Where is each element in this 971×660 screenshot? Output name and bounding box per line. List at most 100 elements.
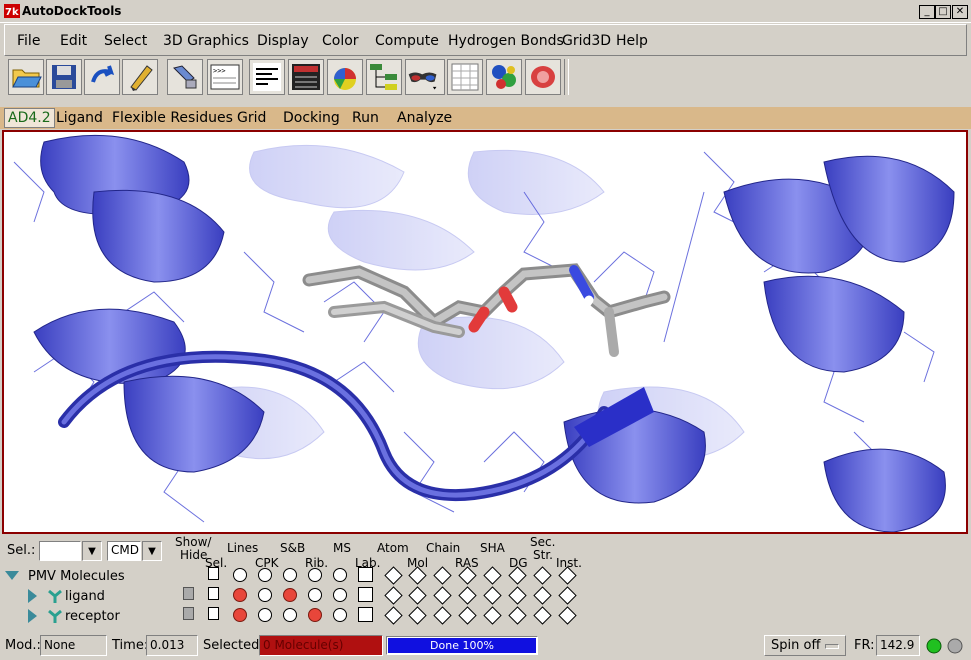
- menu-hydrogen-bonds[interactable]: Hydrogen Bonds: [448, 33, 564, 49]
- spin-mode-menubutton[interactable]: Spin off: [764, 635, 846, 656]
- ad-menu-run[interactable]: Run: [352, 110, 379, 126]
- tree-icon[interactable]: [366, 59, 402, 95]
- header-chain: Chain: [426, 541, 461, 555]
- inst-color-toggle[interactable]: [558, 586, 577, 605]
- ad-menu-analyze[interactable]: Analyze: [397, 110, 452, 126]
- maximize-button[interactable]: □: [935, 5, 951, 19]
- menu-display[interactable]: Display: [257, 33, 309, 49]
- ras-color-toggle[interactable]: [458, 606, 477, 625]
- menu-select[interactable]: Select: [104, 33, 147, 49]
- 3d-viewer[interactable]: [2, 130, 968, 534]
- sha-color-toggle[interactable]: [483, 586, 502, 605]
- atom-color-toggle[interactable]: [384, 566, 403, 585]
- console-icon[interactable]: [288, 59, 324, 95]
- fr-label: FR:: [854, 638, 875, 653]
- menu-file[interactable]: File: [17, 33, 40, 49]
- cpk-toggle[interactable]: [258, 588, 272, 602]
- sel-label: Sel.:: [7, 543, 36, 558]
- lines-toggle[interactable]: [233, 608, 247, 622]
- ms-toggle[interactable]: [333, 568, 347, 582]
- spreadsheet-icon[interactable]: [447, 59, 483, 95]
- rib-toggle[interactable]: [308, 568, 322, 582]
- cmd-input[interactable]: CMD: [107, 541, 141, 561]
- inst-color-toggle[interactable]: [558, 606, 577, 625]
- sha-color-toggle[interactable]: [483, 566, 502, 585]
- sel-checkbox[interactable]: [208, 607, 219, 620]
- toolbar: >>>: [4, 57, 967, 100]
- secstr-color-toggle[interactable]: [533, 586, 552, 605]
- expand-right-icon[interactable]: [28, 589, 38, 603]
- chain-color-toggle[interactable]: [433, 566, 452, 585]
- molecule-icon[interactable]: [486, 59, 522, 95]
- sha-color-toggle[interactable]: [483, 606, 502, 625]
- lines-toggle[interactable]: [233, 588, 247, 602]
- pick-icon[interactable]: [167, 59, 203, 95]
- colors-icon[interactable]: [327, 59, 363, 95]
- menu-compute[interactable]: Compute: [375, 33, 439, 49]
- lab-checkbox[interactable]: [358, 607, 373, 622]
- sel-dropdown-icon[interactable]: ▼: [82, 541, 102, 561]
- tree-root-label[interactable]: PMV Molecules: [28, 569, 125, 584]
- close-button[interactable]: ✕: [952, 5, 968, 19]
- ad-menu-docking[interactable]: Docking: [283, 110, 340, 126]
- dg-color-toggle[interactable]: [508, 606, 527, 625]
- status-bar: Mod.: None Time: 0.013 Selected: 0 Molec…: [0, 633, 971, 660]
- molecule-receptor-label[interactable]: receptor: [65, 609, 120, 624]
- menu-color[interactable]: Color: [322, 33, 359, 49]
- lab-checkbox[interactable]: [358, 587, 373, 602]
- mol-color-toggle[interactable]: [408, 586, 427, 605]
- sb-toggle[interactable]: [283, 568, 297, 582]
- expand-right-icon[interactable]: [28, 609, 38, 623]
- save-icon[interactable]: [46, 59, 82, 95]
- sb-toggle[interactable]: [283, 588, 297, 602]
- molecule-ligand-label[interactable]: ligand: [65, 589, 105, 604]
- sel-input[interactable]: [39, 541, 81, 561]
- expand-down-icon[interactable]: [5, 571, 19, 581]
- ms-toggle[interactable]: [333, 608, 347, 622]
- command-icon[interactable]: >>>: [207, 59, 243, 95]
- lines-toggle[interactable]: [233, 568, 247, 582]
- dg-color-toggle[interactable]: [508, 586, 527, 605]
- header-str: Str.: [533, 548, 553, 562]
- sb-toggle[interactable]: [283, 608, 297, 622]
- menu-grid3d[interactable]: Grid3D: [562, 33, 611, 49]
- showhide-checkbox[interactable]: [183, 587, 194, 600]
- lines-icon[interactable]: [249, 59, 285, 95]
- showhide-checkbox[interactable]: [183, 607, 194, 620]
- rib-toggle[interactable]: [308, 588, 322, 602]
- menu-3d-graphics[interactable]: 3D Graphics: [163, 33, 249, 49]
- menu-edit[interactable]: Edit: [60, 33, 87, 49]
- header-show: Show/: [175, 535, 212, 549]
- window-title: AutoDockTools: [22, 4, 122, 18]
- fr-value: 142.9: [876, 635, 920, 656]
- chain-color-toggle[interactable]: [433, 586, 452, 605]
- lab-checkbox[interactable]: [358, 567, 373, 582]
- ad-menu-grid[interactable]: Grid: [237, 110, 266, 126]
- secstr-color-toggle[interactable]: [533, 566, 552, 585]
- cpk-toggle[interactable]: [258, 568, 272, 582]
- ad-menu-flexible-residues[interactable]: Flexible Residues: [112, 110, 233, 126]
- cmd-dropdown-icon[interactable]: ▼: [142, 541, 162, 561]
- minimize-button[interactable]: _: [919, 5, 935, 19]
- dashboard: Sel.: ▼ CMD ▼ Show/ Hide Lines S&B MS At…: [0, 535, 971, 630]
- secstr-color-toggle[interactable]: [533, 606, 552, 625]
- undo-icon[interactable]: [84, 59, 120, 95]
- ras-color-toggle[interactable]: [458, 586, 477, 605]
- cpk-toggle[interactable]: [258, 608, 272, 622]
- ad-tab-ad42[interactable]: AD4.2: [4, 108, 55, 128]
- sel-checkbox[interactable]: [208, 567, 219, 580]
- chain-color-toggle[interactable]: [433, 606, 452, 625]
- rib-toggle[interactable]: [308, 608, 322, 622]
- menu-help[interactable]: Help: [616, 33, 648, 49]
- sel-checkbox[interactable]: [208, 587, 219, 600]
- mod-value: None: [40, 635, 107, 656]
- open-icon[interactable]: [8, 59, 44, 95]
- ad-menu-ligand[interactable]: Ligand: [56, 110, 103, 126]
- mol-color-toggle[interactable]: [408, 606, 427, 625]
- pencil-icon[interactable]: [122, 59, 158, 95]
- atom-color-toggle[interactable]: [384, 586, 403, 605]
- glasses-icon[interactable]: [405, 59, 445, 95]
- ms-toggle[interactable]: [333, 588, 347, 602]
- surface-icon[interactable]: [525, 59, 561, 95]
- atom-color-toggle[interactable]: [384, 606, 403, 625]
